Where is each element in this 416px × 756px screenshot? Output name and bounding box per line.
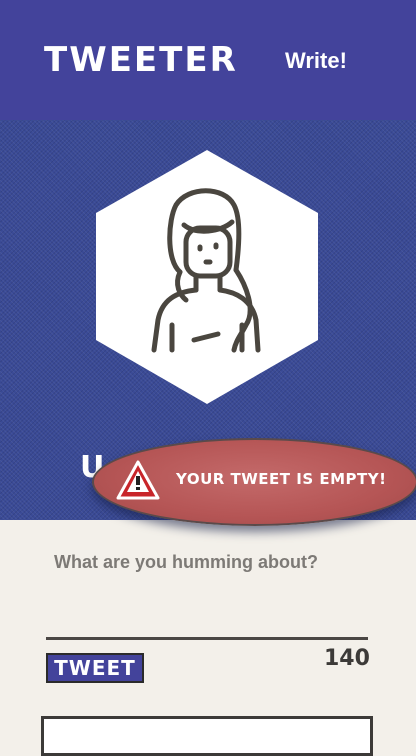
input-underline	[46, 637, 368, 640]
brand-logo[interactable]: TWEETER	[44, 40, 238, 80]
write-link[interactable]: Write!	[285, 48, 347, 74]
compose-panel: What are you humming about? TWEET 140	[0, 520, 416, 756]
tweet-input-placeholder: What are you humming about?	[54, 552, 318, 572]
avatar-hexagon-icon	[96, 150, 318, 404]
warning-triangle-icon	[116, 460, 160, 500]
char-counter: 140	[324, 646, 370, 671]
toast-message: YOUR TWEET IS EMPTY!	[176, 470, 387, 488]
tweet-card	[41, 716, 373, 756]
tweet-button[interactable]: TWEET	[46, 653, 144, 683]
error-toast[interactable]: YOUR TWEET IS EMPTY!	[92, 438, 416, 526]
app-header: TWEETER Write!	[0, 0, 416, 120]
avatar	[96, 150, 318, 404]
